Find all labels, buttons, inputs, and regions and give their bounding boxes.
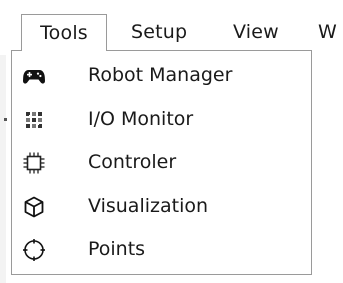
- menu-item-label: Visualization: [88, 195, 209, 217]
- io-grid-icon: [22, 108, 46, 132]
- background-window-edge: [0, 55, 6, 283]
- menu-item-io-monitor[interactable]: I/O Monitor: [12, 99, 311, 139]
- menu-setup[interactable]: Setup: [131, 14, 187, 50]
- app-window: Tools Setup View W Robot Manager I/O Mon…: [0, 0, 343, 283]
- menu-view[interactable]: View: [233, 14, 279, 50]
- menu-bar: Tools Setup View W: [0, 0, 343, 51]
- tools-dropdown-menu: Robot Manager I/O Monitor Controler Visu…: [11, 50, 312, 275]
- menu-item-visualization[interactable]: Visualization: [12, 186, 311, 226]
- menu-item-robot-manager[interactable]: Robot Manager: [12, 55, 311, 95]
- menu-tools[interactable]: Tools: [21, 14, 107, 51]
- crosshair-icon: [22, 238, 46, 262]
- background-mark: [4, 118, 7, 121]
- chip-icon: [22, 151, 46, 175]
- menu-item-points[interactable]: Points: [12, 229, 311, 269]
- menu-item-label: Controler: [88, 151, 177, 173]
- gamepad-icon: [22, 64, 46, 88]
- menu-item-label: I/O Monitor: [88, 108, 194, 130]
- menu-window[interactable]: W: [318, 14, 343, 50]
- menu-item-label: Points: [88, 238, 146, 260]
- cube-icon: [22, 195, 46, 219]
- menu-item-label: Robot Manager: [88, 64, 233, 86]
- menu-item-controler[interactable]: Controler: [12, 142, 311, 182]
